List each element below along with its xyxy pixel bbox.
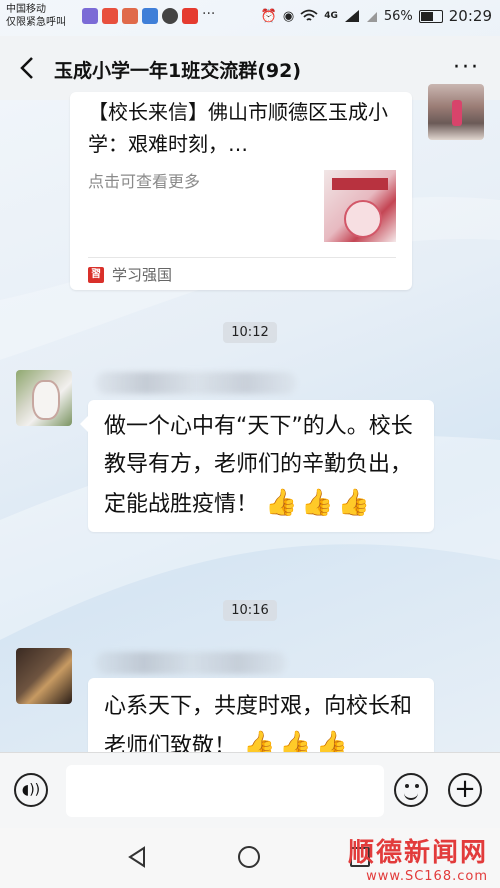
- timestamp: 10:12: [0, 322, 500, 343]
- status-bar: 中国移动 仅限紧急呼叫 ··· ⏰ ◉ 4G 56% 20:29: [0, 0, 500, 36]
- message-input[interactable]: [66, 765, 384, 817]
- network-type: 4G: [324, 11, 338, 21]
- carrier-info: 中国移动 仅限紧急呼叫: [6, 3, 66, 29]
- status-right: ⏰ ◉ 4G 56% 20:29: [261, 7, 492, 25]
- article-source: 習 学习强国: [88, 264, 172, 285]
- wifi-icon: [300, 9, 318, 21]
- emergency-text: 仅限紧急呼叫: [6, 17, 66, 28]
- app-notification-icon: [102, 8, 118, 24]
- article-thumbnail: [324, 170, 396, 242]
- divider: [88, 257, 396, 258]
- more-options-icon[interactable]: ···: [453, 57, 480, 79]
- article-title: 【校长来信】佛山市顺德区玉成小学：艰难时刻，…: [88, 100, 388, 156]
- avatar[interactable]: [428, 84, 484, 140]
- chat-header: 玉成小学一年1班交流群(92) ···: [0, 36, 500, 100]
- blurred-sender-name: [96, 372, 296, 394]
- plus-icon[interactable]: +: [448, 773, 482, 807]
- clock: 20:29: [448, 7, 492, 25]
- eye-comfort-icon: ◉: [282, 8, 295, 24]
- app-notification-icon: [182, 8, 198, 24]
- shared-article-card[interactable]: 【校长来信】佛山市顺德区玉成小学：艰难时刻，… 点击可查看更多 習 学习强国: [70, 92, 412, 290]
- message-bubble[interactable]: 心系天下，共度时艰，向校长和老师们致敬！ 👍👍👍: [88, 678, 434, 760]
- app-notification-icon: [122, 8, 138, 24]
- watermark-url: www.SC168.com: [366, 869, 488, 884]
- nav-home-icon[interactable]: [238, 846, 260, 868]
- nav-back-icon[interactable]: [126, 846, 148, 868]
- avatar[interactable]: [16, 370, 72, 426]
- signal-icon: [344, 10, 359, 22]
- battery-percentage: 56%: [383, 8, 413, 24]
- article-description: 点击可查看更多: [88, 172, 201, 191]
- more-notifications-icon: ···: [202, 6, 216, 22]
- watermark-name: 顺德新闻网: [347, 838, 488, 868]
- back-arrow-icon[interactable]: [14, 54, 42, 82]
- blurred-sender-name: [96, 652, 286, 674]
- signal-icon: [366, 12, 377, 22]
- alarm-icon: ⏰: [260, 8, 277, 24]
- app-notification-icon: [142, 8, 158, 24]
- battery-icon: [418, 9, 443, 23]
- thumbs-up-emoji: 👍👍👍: [265, 488, 375, 518]
- emoji-icon[interactable]: [394, 773, 428, 807]
- input-bar: ◖)) +: [0, 752, 500, 829]
- message-bubble[interactable]: 做一个心中有“天下”的人。校长教导有方，老师们的辛勤负出，定能战胜疫情！ 👍👍👍: [80, 400, 434, 532]
- voice-icon[interactable]: ◖)): [14, 773, 48, 807]
- timestamp: 10:16: [0, 600, 500, 621]
- notification-icons: ···: [82, 6, 216, 24]
- avatar[interactable]: [16, 648, 72, 704]
- xuexiqiangguo-logo-icon: 習: [88, 266, 104, 283]
- chat-title: 玉成小学一年1班交流群(92): [54, 60, 302, 82]
- source-name: 学习强国: [112, 266, 173, 284]
- message-notification-icon: [162, 8, 178, 24]
- system-nav-bar: 顺德新闻网 www.SC168.com: [0, 828, 500, 888]
- watermark: 顺德新闻网 www.SC168.com: [348, 832, 488, 884]
- app-notification-icon: [82, 8, 98, 24]
- carrier-name: 中国移动: [6, 4, 46, 15]
